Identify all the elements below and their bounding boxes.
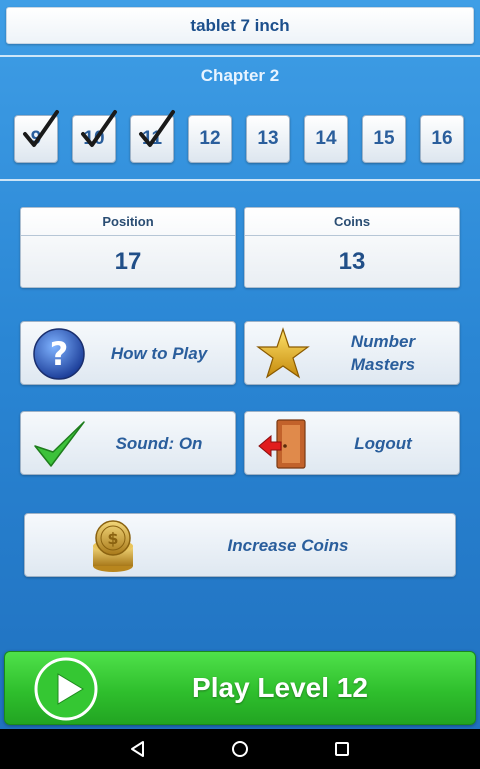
coins-label: Coins bbox=[245, 208, 459, 236]
level-tile[interactable]: 9 bbox=[14, 110, 59, 163]
sound-toggle-button[interactable]: Sound: On bbox=[20, 411, 236, 475]
level-tile[interactable]: 12 bbox=[188, 115, 232, 163]
back-icon[interactable] bbox=[126, 737, 150, 761]
level-tile[interactable]: 13 bbox=[246, 115, 290, 163]
play-icon bbox=[34, 657, 98, 721]
level-number: 12 bbox=[199, 128, 221, 149]
play-level-label: Play Level 12 bbox=[192, 672, 368, 703]
svg-text:$: $ bbox=[107, 529, 118, 548]
number-masters-line1: Number bbox=[350, 332, 416, 351]
logout-button[interactable]: Logout bbox=[244, 411, 460, 475]
chapter-title: Chapter 2 bbox=[200, 66, 280, 85]
app-title-bar: tablet 7 inch bbox=[6, 7, 474, 44]
level-selector: 9 10 11 12 13 14 15 16 bbox=[14, 110, 470, 163]
level-tile[interactable]: 14 bbox=[304, 115, 348, 163]
divider bbox=[0, 179, 480, 181]
star-icon bbox=[256, 327, 310, 379]
divider bbox=[0, 55, 480, 57]
number-masters-button[interactable]: Number Masters bbox=[244, 321, 460, 385]
position-value: 17 bbox=[114, 248, 142, 275]
level-tile[interactable]: 15 bbox=[362, 115, 406, 163]
logout-label: Logout bbox=[354, 433, 412, 453]
system-navigation-bar bbox=[0, 729, 480, 769]
door-exit-icon bbox=[258, 419, 306, 469]
checkmark-icon bbox=[34, 421, 85, 467]
level-number: 9 bbox=[30, 128, 42, 149]
level-tile[interactable]: 11 bbox=[130, 110, 175, 163]
home-icon[interactable] bbox=[228, 737, 252, 761]
level-number: 15 bbox=[373, 128, 395, 149]
sound-label: Sound: On bbox=[115, 433, 203, 453]
level-tile[interactable]: 10 bbox=[72, 110, 117, 163]
increase-coins-label: Increase Coins bbox=[227, 535, 349, 555]
play-level-button[interactable]: Play Level 12 bbox=[4, 651, 476, 725]
level-number: 10 bbox=[83, 128, 105, 149]
level-tile[interactable]: 16 bbox=[420, 115, 464, 163]
how-to-play-button[interactable]: ? How to Play bbox=[20, 321, 236, 385]
level-number: 16 bbox=[431, 128, 453, 149]
coins-card: Coins 13 bbox=[244, 207, 460, 288]
number-masters-label: Number Masters bbox=[311, 322, 455, 384]
position-card: Position 17 bbox=[20, 207, 236, 288]
position-label: Position bbox=[21, 208, 235, 236]
recent-apps-icon[interactable] bbox=[330, 737, 354, 761]
increase-coins-button[interactable]: $ Increase Coins bbox=[24, 513, 456, 577]
how-to-play-label: How to Play bbox=[110, 343, 208, 363]
app-title: tablet 7 inch bbox=[190, 15, 290, 35]
level-number: 11 bbox=[141, 128, 163, 149]
svg-text:?: ? bbox=[50, 335, 69, 373]
level-number: 14 bbox=[315, 128, 337, 149]
level-number: 13 bbox=[257, 128, 279, 149]
number-masters-line2: Masters bbox=[350, 355, 416, 374]
question-icon: ? bbox=[33, 328, 85, 380]
coins-value: 13 bbox=[338, 248, 366, 275]
